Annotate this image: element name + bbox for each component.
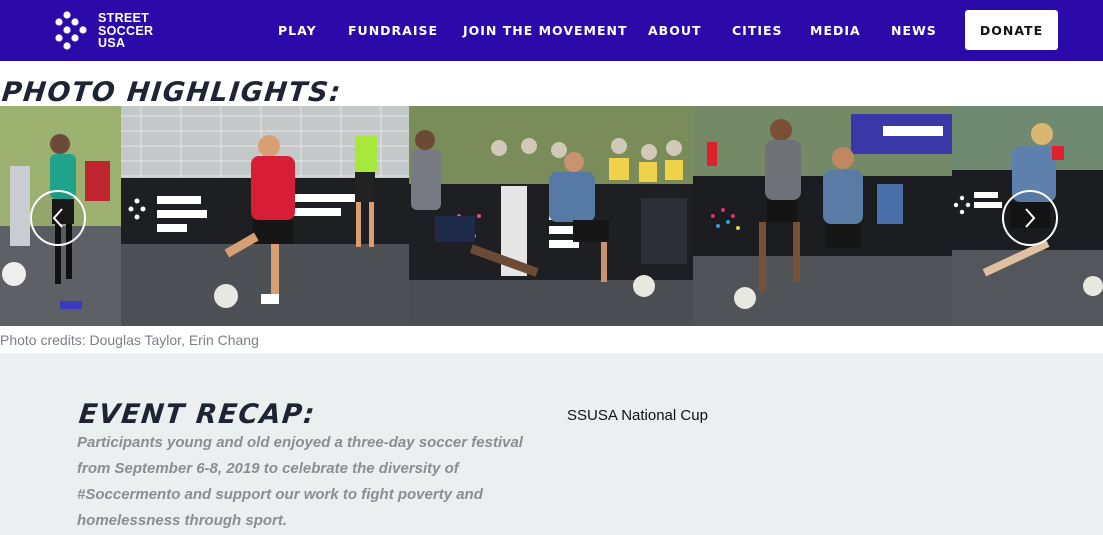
carousel-prev-button[interactable] <box>30 190 86 246</box>
event-recap-description: Participants young and old enjoyed a thr… <box>77 434 523 529</box>
photo-carousel <box>0 106 1103 326</box>
logo-line-1: STREET <box>98 11 150 25</box>
photo-highlights-title: PHOTO HIGHLIGHTS: <box>0 77 344 108</box>
event-recap-section: EVENT RECAP: Participants young and old … <box>0 353 1103 535</box>
street-soccer-usa-logo[interactable]: STREET SOCCER USA <box>54 10 164 52</box>
nav-item-news[interactable]: NEWS <box>891 23 937 38</box>
logo-wordmark: STREET SOCCER USA <box>98 12 153 50</box>
event-recap-title: EVENT RECAP: <box>77 399 318 430</box>
nav-item-media[interactable]: MEDIA <box>810 23 861 38</box>
top-navigation: STREET SOCCER USA PLAY FUNDRAISE JOIN TH… <box>0 0 1103 61</box>
logo-dots-icon <box>55 11 87 50</box>
carousel-next-button[interactable] <box>1002 190 1058 246</box>
nav-item-play[interactable]: PLAY <box>278 23 317 38</box>
carousel-photo-4 <box>693 106 952 326</box>
carousel-photo-3 <box>409 106 693 326</box>
nav-item-cities[interactable]: CITIES <box>732 23 783 38</box>
logo-line-3: USA <box>98 36 126 50</box>
nav-item-join-the-movement[interactable]: JOIN THE MOVEMENT <box>463 23 628 38</box>
chevron-left-icon <box>52 208 63 228</box>
donate-button[interactable]: DONATE <box>965 10 1058 50</box>
chevron-right-icon <box>1025 208 1036 228</box>
ssusa-national-cup-label: SSUSA National Cup <box>567 407 708 424</box>
photo-credits: Photo credits: Douglas Taylor, Erin Chan… <box>0 332 259 348</box>
nav-item-about[interactable]: ABOUT <box>648 23 702 38</box>
carousel-photo-2 <box>121 106 409 326</box>
nav-item-fundraise[interactable]: FUNDRAISE <box>348 23 438 38</box>
